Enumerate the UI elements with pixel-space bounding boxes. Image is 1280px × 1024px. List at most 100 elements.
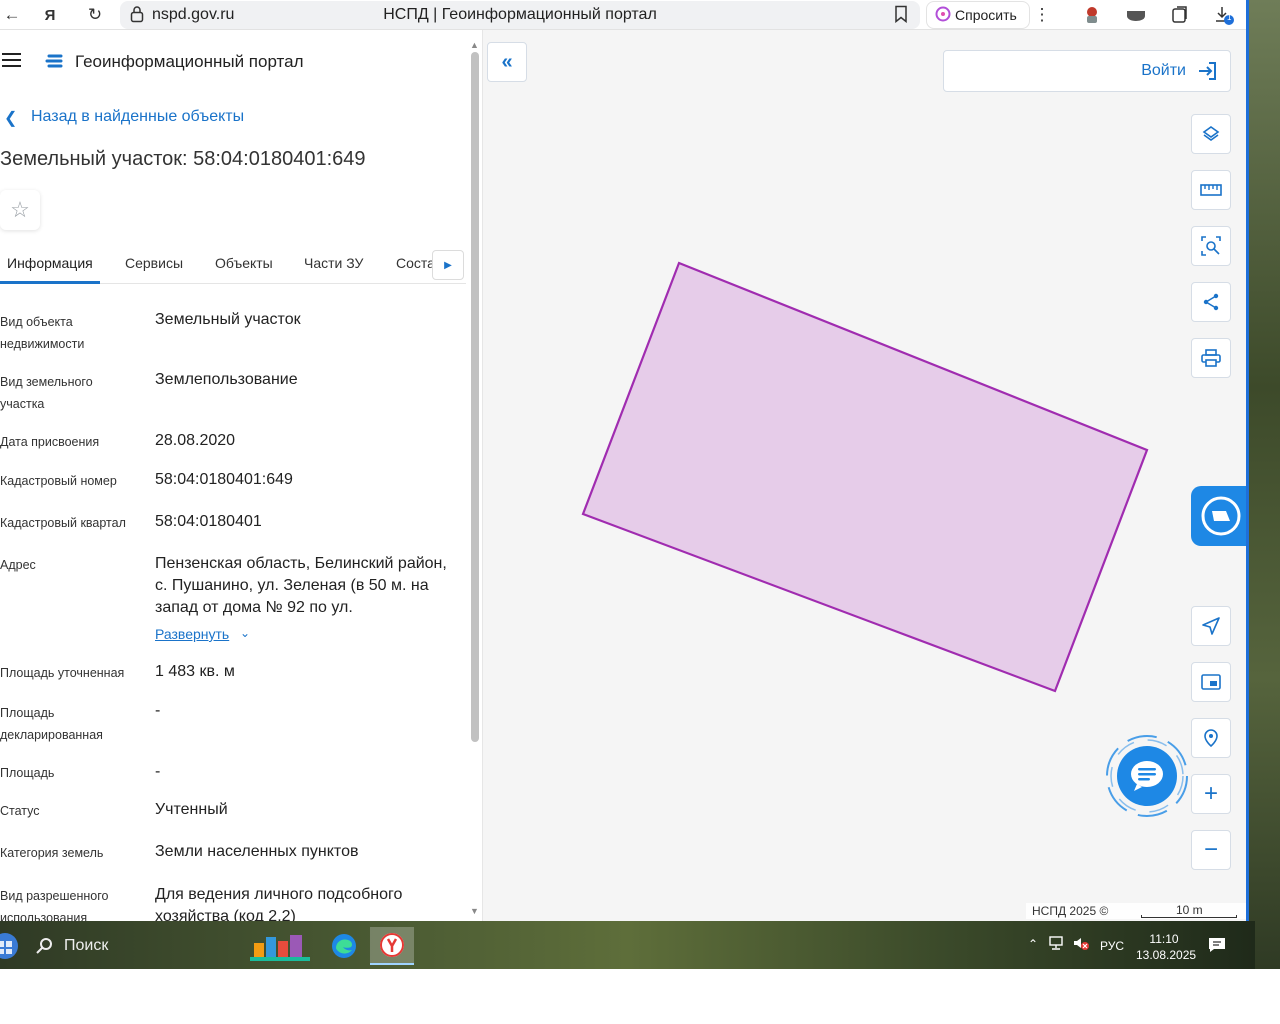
share-button[interactable] [1191,282,1231,322]
area-search-icon [1201,236,1221,256]
zoom-out-button[interactable]: − [1191,830,1231,870]
reload-icon[interactable]: ↻ [83,3,107,27]
scrollbar-thumb[interactable] [471,52,479,742]
field-label: Площадь декларированная [0,706,103,742]
search-icon [36,938,52,954]
taskbar-widget-city-icon[interactable] [250,927,310,965]
scale-line [1141,915,1237,918]
ruler-button[interactable] [1191,170,1231,210]
back-arrow-icon[interactable]: ← [0,3,24,27]
field-value: Учтенный [155,801,228,818]
clock-date: 13.08.2025 [1136,948,1197,962]
field-value: 58:04:0180401:649 [155,471,293,488]
page-title-text: НСПД | Геоинформационный портал [383,6,657,23]
minimap-button[interactable] [1191,662,1231,702]
tab-services[interactable]: Сервисы [125,255,183,271]
field-value: Земельный участок [155,311,301,328]
back-to-results-link[interactable]: Назад в найденные объекты [31,108,244,126]
field-value: Земли населенных пунктов [155,843,359,860]
field-label: Кадастровый номер [0,474,117,488]
chevron-down-icon[interactable]: ⌄ [240,626,250,640]
notifications-icon[interactable] [1208,937,1226,958]
active-tab-indicator [0,281,100,284]
extension-hat-icon[interactable] [1124,3,1148,27]
edge-browser-icon[interactable] [322,927,366,965]
field-value: 28.08.2020 [155,432,236,449]
ask-label: Спросить [955,7,1017,23]
support-tab[interactable] [1191,486,1251,546]
yandex-icon[interactable]: Я [38,3,62,27]
field-value: - [155,763,161,780]
tab-information[interactable]: Информация [7,255,93,271]
hamburger-menu-icon[interactable] [2,52,22,73]
area-select-button[interactable] [1191,226,1231,266]
object-title: Земельный участок: 58:04:0180401:649 [0,148,366,170]
map-scale-bar: НСПД 2025 © 10 m [1026,903,1248,919]
volume-muted-icon[interactable] [1072,935,1090,954]
downloads-badge: 1 [1227,13,1232,22]
layers-icon [1202,126,1220,141]
field-label: Категория земель [0,846,104,860]
tab-composition[interactable]: Соста [396,255,435,271]
tabs-scroll-right-icon[interactable]: ▶ [432,250,464,280]
field-value: Для ведения личного подсобного хозяйства… [155,886,403,921]
tabs-bar: Информация Сервисы Объекты Части ЗУ Сост… [0,246,466,284]
field-label: Статус [0,804,40,818]
downloads-icon[interactable]: 1 [1212,3,1236,27]
alice-icon [935,6,951,25]
print-button[interactable] [1191,338,1231,378]
scroll-down-icon[interactable]: ▼ [470,906,479,916]
browser-toolbar: ← Я ↻ nspd.gov.ru НСПД | Геоинформационн… [0,0,1248,30]
network-icon[interactable] [1048,935,1066,954]
address-bar[interactable]: nspd.gov.ru НСПД | Геоинформационный пор… [120,1,920,29]
location-search-button[interactable] [1191,718,1231,758]
collections-icon[interactable] [1168,3,1192,27]
tab-objects[interactable]: Объекты [215,255,273,271]
field-label: Вид земельного участка [0,375,93,411]
address-value: Пензенская область, Белинский район, с. … [155,555,447,616]
field-label: Кадастровый квартал [0,516,126,530]
field-label: Дата присвоения [0,435,100,449]
panel-scrollbar[interactable]: ▲ ▼ [468,40,480,920]
layers-button[interactable] [1191,114,1231,154]
zoom-in-button[interactable]: + [1191,774,1231,814]
expand-address-link[interactable]: Развернуть [155,626,229,642]
clock-time: 11:10 [1149,932,1179,946]
navigation-arrow-icon [1202,617,1220,635]
bookmark-icon[interactable] [894,5,908,28]
taskbar-search[interactable]: Поиск [36,937,108,955]
field-value: 58:04:0180401 [155,513,262,530]
windows-taskbar: Поиск ⌃ РУС 11:10 13.08.2025 [0,921,1255,969]
windows-start-icon[interactable] [0,931,20,966]
copyright-text: НСПД 2025 © [1032,904,1109,918]
ask-ai-button[interactable]: Спросить [926,1,1030,29]
yandex-browser-icon[interactable] [370,927,414,965]
language-indicator[interactable]: РУС [1100,939,1124,953]
screen: ← Я ↻ nspd.gov.ru НСПД | Геоинформационн… [0,0,1280,1024]
field-label: Площадь [0,766,55,780]
field-value: 1 483 кв. м [155,663,235,680]
login-button[interactable]: Войти [943,50,1231,92]
chevron-left-icon[interactable]: ❮ [4,108,17,128]
support-icon [1201,496,1241,536]
map-view[interactable]: « Войти + − НСПД 2025 © 10 m [483,30,1251,921]
field-label: Адрес [0,558,36,572]
tab-parts[interactable]: Части ЗУ [304,255,363,271]
share-icon [1203,293,1219,311]
menu-dots-icon[interactable]: ⋮ [1030,3,1054,27]
location-search-icon [1204,729,1218,747]
portal-title: Геоинформационный портал [75,52,304,71]
land-plot-polygon[interactable] [581,261,1149,693]
ruler-icon [1200,184,1222,196]
print-icon [1201,349,1221,367]
geolocation-button[interactable] [1191,606,1231,646]
favorite-star-icon[interactable]: ☆ [0,190,40,230]
collapse-panel-button[interactable]: « [487,42,527,82]
chevron-up-icon[interactable]: ⌃ [1028,937,1038,951]
system-clock[interactable]: 11:10 13.08.2025 [1136,931,1197,963]
portal-logo-icon [45,52,65,77]
chat-assistant-button[interactable] [1105,734,1189,818]
extension-icon[interactable] [1080,3,1104,27]
scroll-up-icon[interactable]: ▲ [470,40,479,50]
field-value: - [155,702,161,719]
